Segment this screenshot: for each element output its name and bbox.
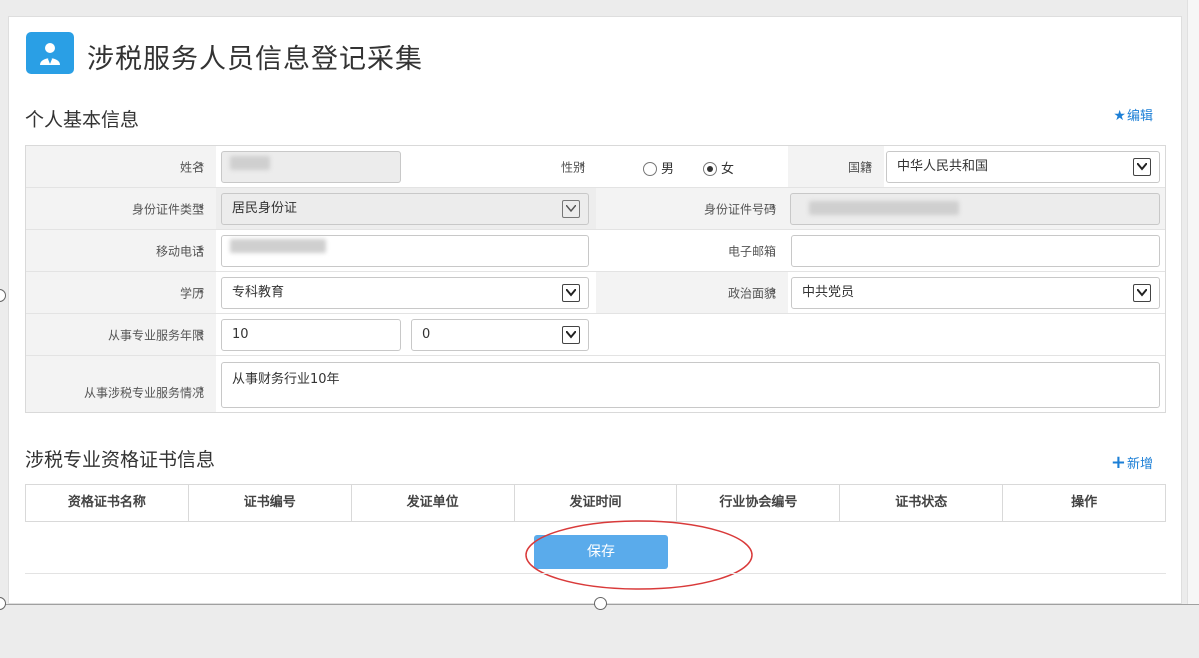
nationality-select[interactable]: 中华人民共和国 <box>886 151 1160 183</box>
name-input[interactable] <box>221 151 401 183</box>
id-number-input[interactable] <box>790 193 1160 225</box>
user-profile-icon <box>26 32 74 74</box>
months-select[interactable]: 0 <box>411 319 589 351</box>
column-header: 发证单位 <box>352 485 515 521</box>
resize-handle[interactable] <box>0 289 6 302</box>
column-header: 操作 <box>1071 495 1098 510</box>
mobile-input[interactable] <box>221 235 589 267</box>
form-row-id: 身份证件类型 *: 居民身份证 身份证件号码 *: <box>26 188 1165 230</box>
id-number-label: 身份证件号码 <box>703 202 776 216</box>
id-type-label: 身份证件类型 <box>131 202 204 216</box>
column-header: 资格证书名称 <box>26 485 189 521</box>
registration-panel: 涉税服务人员信息登记采集 个人基本信息 ★编辑 姓名 *: 性别 *: 男 女 国籍… <box>8 16 1182 604</box>
chevron-down-icon <box>562 326 580 344</box>
chevron-down-icon <box>1133 284 1151 302</box>
certificates-title: 涉税专业资格证书信息 <box>25 449 216 471</box>
years-label: 从事专业服务年限 <box>107 328 204 342</box>
edit-link[interactable]: ★编辑 <box>1113 105 1153 124</box>
resize-handle[interactable] <box>594 597 607 610</box>
form-row-education: 学历 *: 专科教育 政治面貌 *: 中共党员 <box>26 272 1165 314</box>
chevron-down-icon <box>562 200 580 218</box>
column-header: 证书状态 <box>840 485 1004 521</box>
email-input[interactable] <box>791 235 1160 267</box>
add-certificate-link[interactable]: +新增 <box>1111 452 1153 473</box>
name-label-cell: 姓名 *: <box>26 146 216 187</box>
political-status-select[interactable]: 中共党员 <box>791 277 1160 309</box>
form-row-years: 从事专业服务年限 *: 10 0 <box>26 314 1165 356</box>
basic-info-title: 个人基本信息 <box>25 109 140 131</box>
divider <box>25 573 1166 574</box>
star-icon: ★ <box>1113 108 1126 124</box>
form-row-name: 姓名 *: 性别 *: 男 女 国籍 *: 中华人民共和国 <box>26 146 1165 188</box>
email-label: 电子邮箱 <box>727 244 776 258</box>
education-select[interactable]: 专科教育 <box>221 277 589 309</box>
page-title: 涉税服务人员信息登记采集 <box>87 44 423 75</box>
political-label: 政治面貌 <box>727 286 776 300</box>
basic-info-form: 姓名 *: 性别 *: 男 女 国籍 *: 中华人民共和国 身份证件类型 *:… <box>25 145 1166 413</box>
chevron-down-icon <box>1133 158 1151 176</box>
column-header: 证书编号 <box>189 485 352 521</box>
gender-radio-female[interactable]: 女 <box>703 158 734 177</box>
form-row-service: 从事涉税专业服务情况 *: 从事财务行业10年 <box>26 356 1165 412</box>
id-type-select[interactable]: 居民身份证 <box>221 193 589 225</box>
annotation-ellipse <box>525 520 753 590</box>
chevron-down-icon <box>562 284 580 302</box>
resize-handle[interactable] <box>0 597 6 610</box>
service-desc-label: 从事涉税专业服务情况 <box>83 386 204 400</box>
mobile-label: 移动电话 <box>155 244 204 258</box>
plus-icon: + <box>1110 452 1126 473</box>
form-row-contact: 移动电话 *: 电子邮箱: <box>26 230 1165 272</box>
service-desc-textarea[interactable]: 从事财务行业10年 <box>221 362 1160 408</box>
years-input[interactable]: 10 <box>221 319 401 351</box>
window-edge <box>1187 0 1199 604</box>
gender-radio-male[interactable]: 男 <box>643 158 674 177</box>
